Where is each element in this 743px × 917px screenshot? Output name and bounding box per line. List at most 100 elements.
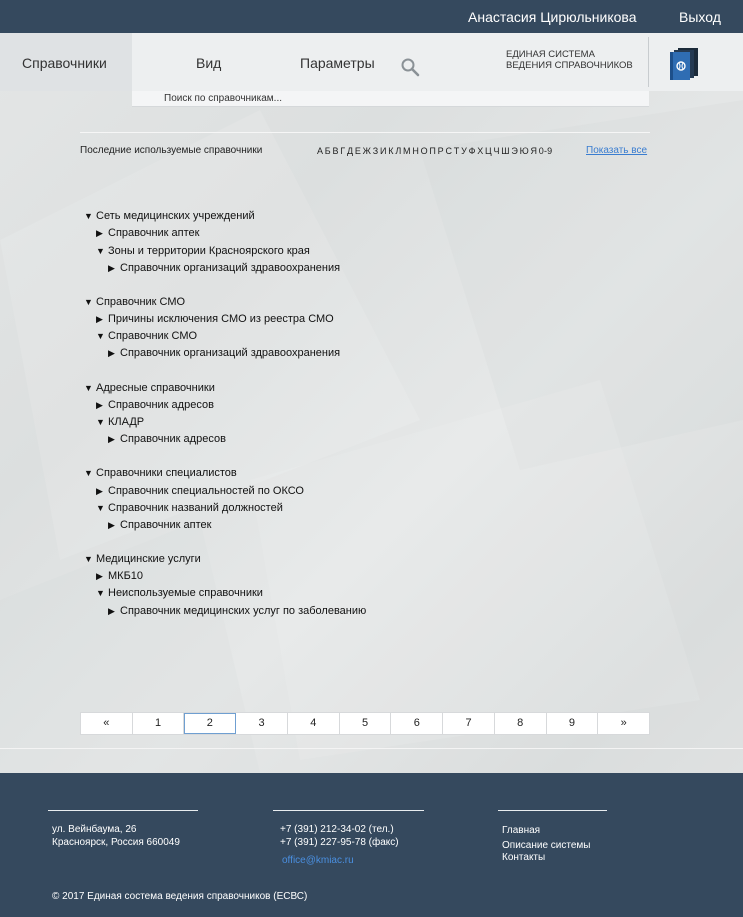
show-all-link[interactable]: Показать все: [586, 145, 647, 156]
tab-view[interactable]: Вид: [196, 55, 221, 71]
collapsed-arrow-icon[interactable]: ▶: [96, 314, 108, 325]
alphabet-letter[interactable]: Я: [530, 146, 537, 156]
tree-item-label[interactable]: Справочник организаций здравоохранения: [120, 347, 340, 359]
alphabet-letter[interactable]: Ц: [485, 146, 492, 156]
alphabet-letter[interactable]: Ж: [363, 146, 372, 156]
alphabet-letter[interactable]: И: [380, 146, 387, 156]
alphabet-letter[interactable]: Ф: [469, 146, 476, 156]
page-button[interactable]: 8: [495, 713, 547, 734]
expanded-arrow-icon[interactable]: ▼: [96, 246, 108, 256]
tree-item-label[interactable]: Справочник СМО: [108, 330, 197, 342]
tab-parameters[interactable]: Параметры: [300, 55, 375, 71]
collapsed-arrow-icon[interactable]: ▶: [108, 520, 120, 531]
alphabet-letter[interactable]: Б: [325, 146, 331, 156]
tree-item[interactable]: ▼ КЛАДР: [96, 416, 144, 428]
alphabet-letter[interactable]: Э: [511, 146, 518, 156]
alphabet-letter[interactable]: Ч: [493, 146, 499, 156]
tree-item[interactable]: ▼ Справочники специалистов: [84, 467, 237, 479]
page-button[interactable]: 1: [133, 713, 185, 734]
tree-item[interactable]: ▶ Справочник медицинских услуг по заболев…: [108, 605, 366, 617]
tree-item[interactable]: ▶ Справочник организаций здравоохранения: [108, 347, 340, 359]
tree-item-label[interactable]: Справочник названий должностей: [108, 502, 283, 514]
alphabet-letter[interactable]: Г: [340, 146, 345, 156]
collapsed-arrow-icon[interactable]: ▶: [96, 228, 108, 239]
tree-item[interactable]: ▶ Справочник адресов: [108, 433, 226, 445]
tree-item-label[interactable]: Неиспользуемые справочники: [108, 587, 263, 599]
tree-item-label[interactable]: Справочник аптек: [108, 227, 199, 239]
tree-item[interactable]: ▶ МКБ10: [96, 570, 143, 582]
footer-link-home[interactable]: Главная: [502, 823, 590, 838]
alphabet-letter[interactable]: У: [461, 146, 467, 156]
expanded-arrow-icon[interactable]: ▼: [96, 503, 108, 513]
expanded-arrow-icon[interactable]: ▼: [84, 297, 96, 307]
search-input[interactable]: [164, 92, 634, 105]
page-prev-button[interactable]: «: [81, 713, 133, 734]
alphabet-letter[interactable]: Е: [355, 146, 361, 156]
expanded-arrow-icon[interactable]: ▼: [84, 383, 96, 393]
tree-item-label[interactable]: Справочник организаций здравоохранения: [120, 262, 340, 274]
page-button[interactable]: 5: [340, 713, 392, 734]
alphabet-letter[interactable]: В: [333, 146, 339, 156]
collapsed-arrow-icon[interactable]: ▶: [108, 434, 120, 445]
tree-item-label[interactable]: Зоны и территории Красноярского края: [108, 245, 310, 257]
alphabet-letter[interactable]: О: [421, 146, 428, 156]
tree-item-label[interactable]: Справочник СМО: [96, 296, 185, 308]
logout-link[interactable]: Выход: [679, 9, 721, 25]
tree-item[interactable]: ▶ Справочник специальностей по ОКСО: [96, 485, 304, 497]
tree-item-label[interactable]: Справочники специалистов: [96, 467, 237, 479]
page-button[interactable]: 2: [184, 713, 237, 734]
alphabet-letter[interactable]: Р: [438, 146, 444, 156]
expanded-arrow-icon[interactable]: ▼: [96, 417, 108, 427]
alphabet-letter[interactable]: А: [317, 146, 323, 156]
page-next-button[interactable]: »: [598, 713, 649, 734]
page-button[interactable]: 7: [443, 713, 495, 734]
tree-item[interactable]: ▼ Зоны и территории Красноярского края: [96, 245, 310, 257]
email-link[interactable]: office@kmiac.ru: [282, 854, 399, 867]
tree-item-label[interactable]: Справочник аптек: [120, 519, 211, 531]
expanded-arrow-icon[interactable]: ▼: [84, 468, 96, 478]
tree-item-label[interactable]: Причины исключения СМО из реестра СМО: [108, 313, 334, 325]
tree-item-label[interactable]: КЛАДР: [108, 416, 144, 428]
tree-item[interactable]: ▼ Неиспользуемые справочники: [96, 587, 263, 599]
collapsed-arrow-icon[interactable]: ▶: [96, 400, 108, 411]
tree-item-label[interactable]: Справочник адресов: [120, 433, 226, 445]
alphabet-letter[interactable]: М: [403, 146, 411, 156]
tree-item[interactable]: ▼ Справочник СМО: [96, 330, 197, 342]
tree-item-label[interactable]: Справочник медицинских услуг по заболева…: [120, 605, 366, 617]
tree-item[interactable]: ▼ Справочник СМО: [84, 296, 185, 308]
expanded-arrow-icon[interactable]: ▼: [96, 588, 108, 598]
collapsed-arrow-icon[interactable]: ▶: [108, 606, 120, 617]
expanded-arrow-icon[interactable]: ▼: [84, 211, 96, 221]
collapsed-arrow-icon[interactable]: ▶: [96, 486, 108, 497]
tree-item-label[interactable]: Адресные справочники: [96, 382, 215, 394]
tree-item[interactable]: ▶ Справочник аптек: [108, 519, 211, 531]
alphabet-letter[interactable]: П: [429, 146, 436, 156]
alphabet-letter[interactable]: Х: [477, 146, 483, 156]
book-logo-icon[interactable]: [670, 46, 700, 82]
alphabet-letter[interactable]: С: [445, 146, 452, 156]
tree-item-label[interactable]: МКБ10: [108, 570, 143, 582]
expanded-arrow-icon[interactable]: ▼: [84, 554, 96, 564]
page-button[interactable]: 4: [288, 713, 340, 734]
page-button[interactable]: 3: [236, 713, 288, 734]
alphabet-letter[interactable]: Н: [412, 146, 419, 156]
tree-item[interactable]: ▼ Адресные справочники: [84, 382, 215, 394]
expanded-arrow-icon[interactable]: ▼: [96, 331, 108, 341]
tree-item-label[interactable]: Медицинские услуги: [96, 553, 201, 565]
tree-item-label[interactable]: Справочник специальностей по ОКСО: [108, 485, 304, 497]
page-button[interactable]: 9: [547, 713, 599, 734]
tree-item[interactable]: ▼ Справочник названий должностей: [96, 502, 283, 514]
alphabet-letter[interactable]: Ш: [501, 146, 509, 156]
tree-item[interactable]: ▶ Справочник адресов: [96, 399, 214, 411]
alphabet-letter[interactable]: Ю: [520, 146, 529, 156]
user-name[interactable]: Анастасия Цирюльникова: [468, 9, 637, 25]
page-button[interactable]: 6: [391, 713, 444, 734]
alphabet-letter[interactable]: К: [388, 146, 393, 156]
alphabet-letter[interactable]: Т: [454, 146, 460, 156]
phone-number[interactable]: +7 (391) 212-34-02 (тел.): [280, 823, 399, 836]
tree-item[interactable]: ▼ Сеть медицинских учреждений: [84, 210, 255, 222]
tree-item[interactable]: ▼ Медицинские услуги: [84, 553, 201, 565]
tree-item[interactable]: ▶ Справочник аптек: [96, 227, 199, 239]
collapsed-arrow-icon[interactable]: ▶: [108, 348, 120, 359]
tree-item[interactable]: ▶ Причины исключения СМО из реестра СМО: [96, 313, 334, 325]
